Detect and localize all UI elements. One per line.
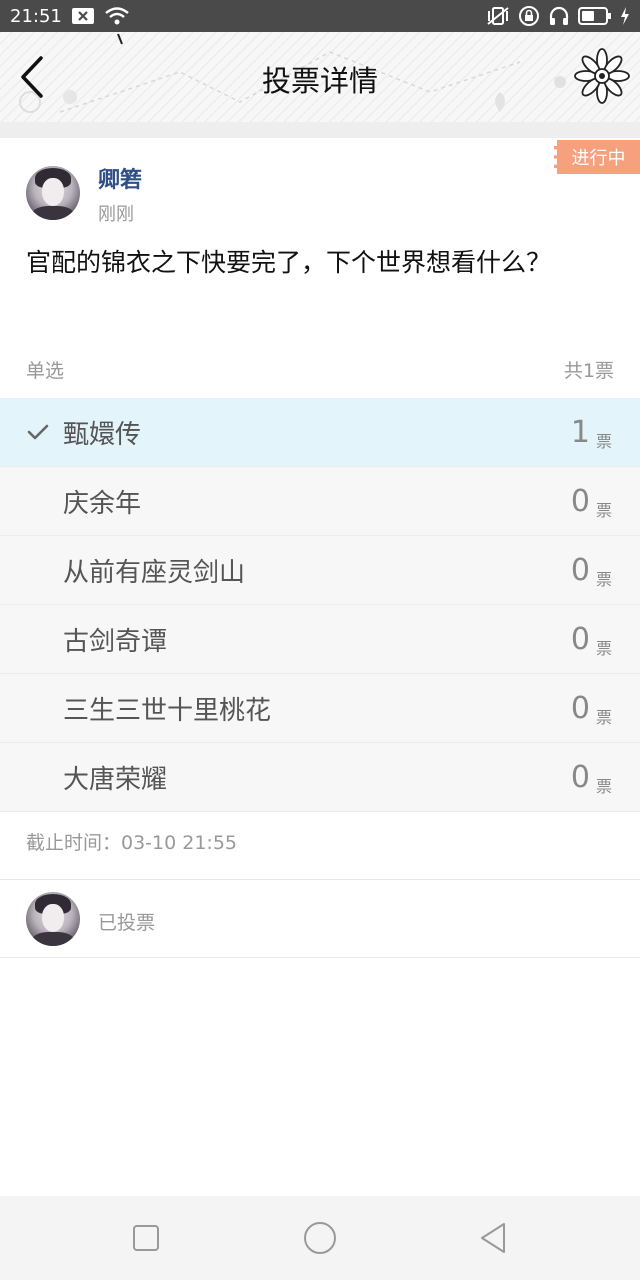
square-icon (133, 1225, 159, 1251)
option-label: 庆余年 (63, 488, 142, 519)
option-count: 1 (570, 414, 590, 450)
flower-button[interactable] (574, 48, 630, 104)
avatar[interactable] (26, 166, 80, 220)
close-box-icon (71, 8, 94, 24)
option-unit: 票 (595, 501, 612, 520)
vote-meta: 单选 共1票 (26, 356, 614, 386)
option-label: 三生三世十里桃花 (63, 695, 272, 726)
system-nav-bar (0, 1196, 640, 1280)
vote-mode: 单选 (26, 360, 65, 382)
post-text: 官配的锦衣之下快要完了，下个世界想看什么？ (26, 248, 552, 277)
voter-avatar[interactable] (26, 892, 80, 946)
clock: 21:51 (10, 5, 62, 27)
option-label: 古剑奇谭 (63, 626, 168, 657)
app-header: 投票详情 (0, 32, 640, 122)
vote-options: 甄嬛传 1 票 庆余年 0 票 从前有座灵剑山 0 票 古剑奇谭 0 票 三生三… (0, 398, 640, 812)
option-unit: 票 (595, 777, 612, 796)
charging-icon (620, 7, 630, 25)
vote-option[interactable]: 古剑奇谭 0 票 (0, 605, 640, 674)
headphones-icon (548, 5, 570, 27)
battery-icon (578, 7, 612, 25)
option-unit: 票 (595, 432, 612, 451)
vote-total: 共1票 (563, 360, 614, 382)
option-count: 0 (570, 690, 590, 726)
vote-option[interactable]: 三生三世十里桃花 0 票 (0, 674, 640, 743)
vote-deadline: 截止时间：03-10 21:55 (26, 832, 238, 854)
vote-option[interactable]: 甄嬛传 1 票 (0, 398, 640, 467)
vibrate-icon (486, 6, 510, 26)
triangle-back-icon (481, 1223, 505, 1253)
voter-row[interactable]: 已投票 (0, 880, 640, 956)
option-unit: 票 (595, 639, 612, 658)
circle-icon (304, 1222, 336, 1254)
wifi-icon (104, 6, 130, 26)
vote-option[interactable]: 大唐荣耀 0 票 (0, 743, 640, 812)
option-label: 从前有座灵剑山 (63, 557, 246, 588)
back-nav-button[interactable] (474, 1218, 514, 1258)
status-bar: 21:51 (0, 0, 640, 32)
option-label: 甄嬛传 (63, 419, 142, 450)
option-label: 大唐荣耀 (63, 764, 168, 795)
status-badge: 进行中 (554, 140, 640, 174)
page-title: 投票详情 (261, 64, 378, 98)
option-unit: 票 (595, 570, 612, 589)
option-count: 0 (570, 483, 590, 519)
option-count: 0 (570, 759, 590, 795)
section-gap (0, 122, 640, 138)
vote-option[interactable]: 从前有座灵剑山 0 票 (0, 536, 640, 605)
recent-apps-button[interactable] (126, 1218, 166, 1258)
option-unit: 票 (595, 708, 612, 727)
option-count: 0 (570, 621, 590, 657)
home-button[interactable] (300, 1218, 340, 1258)
post-time: 刚刚 (98, 204, 134, 225)
voted-status: 已投票 (98, 912, 156, 934)
option-count: 0 (570, 552, 590, 588)
flower-icon (574, 48, 630, 104)
rotation-lock-icon (518, 5, 540, 27)
divider (0, 957, 640, 958)
author-name[interactable]: 卿箬 (98, 162, 142, 194)
vote-option[interactable]: 庆余年 0 票 (0, 467, 640, 536)
check-icon (27, 424, 49, 440)
